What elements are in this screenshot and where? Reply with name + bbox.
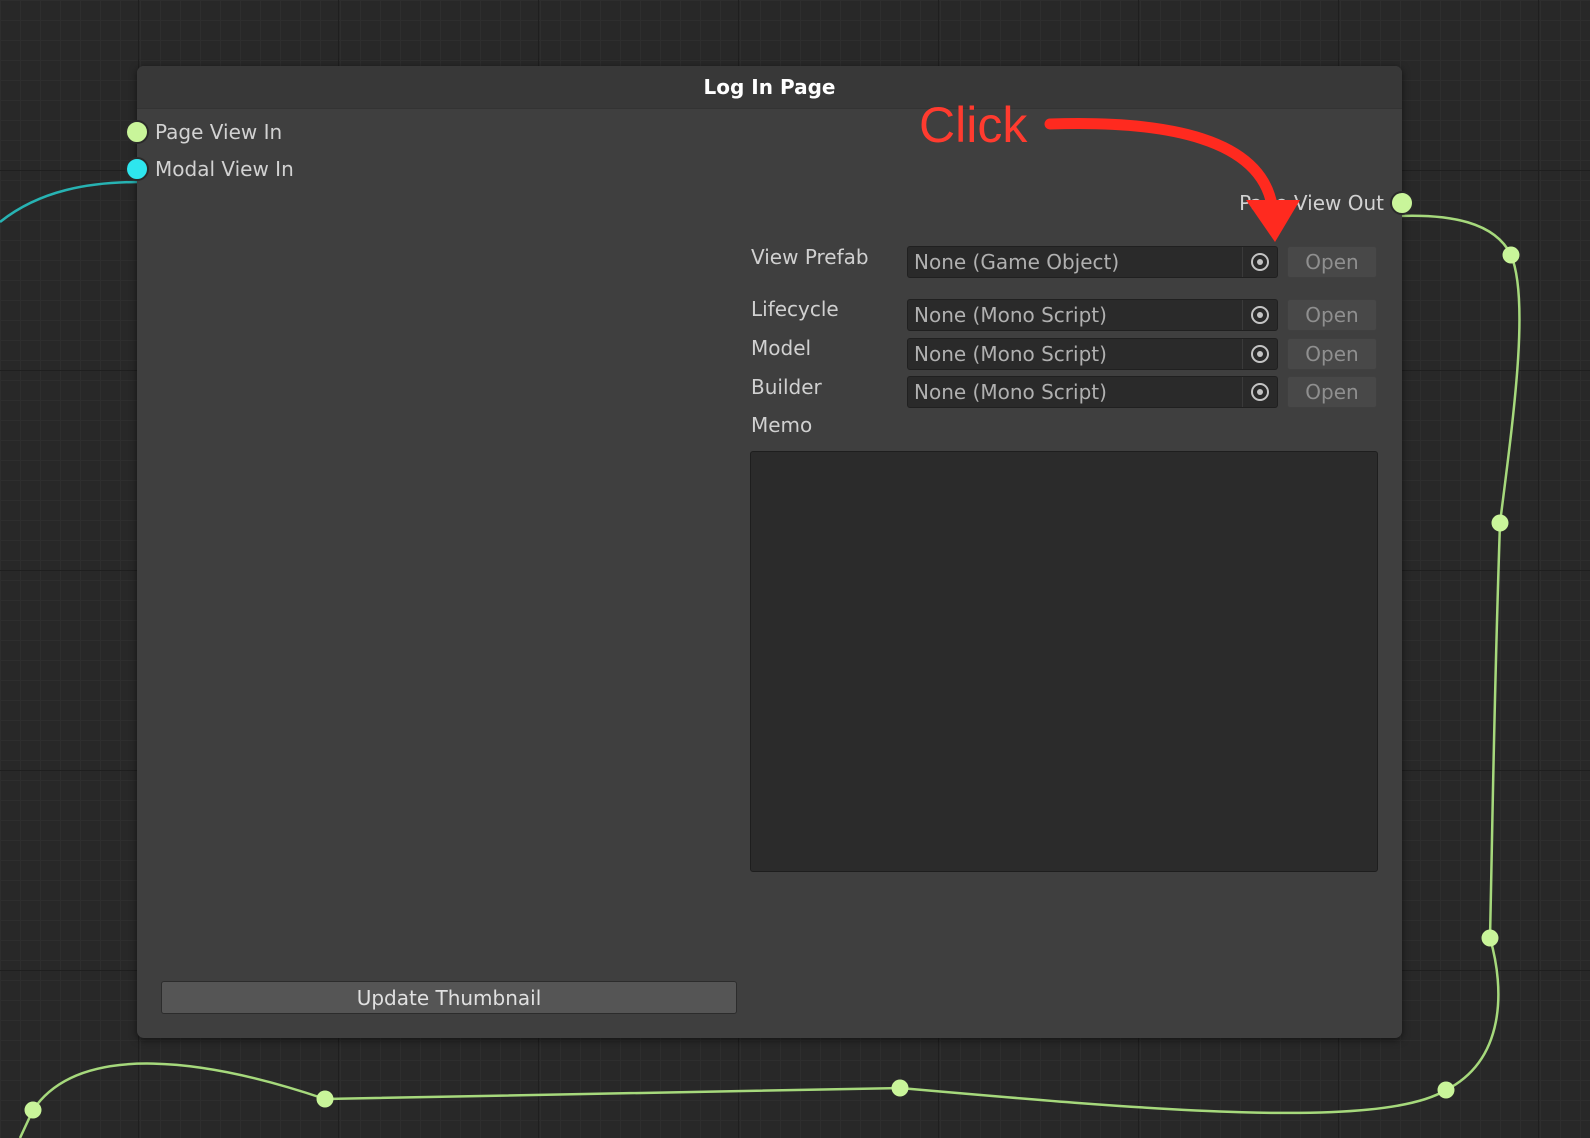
model-field[interactable]: None (Mono Script) [907,338,1278,370]
field-label-builder: Builder [751,375,822,399]
port-connector-icon[interactable] [125,120,149,144]
reroute-node[interactable] [891,1079,909,1097]
port-connector-icon[interactable] [125,157,149,181]
port-label: Page View Out [1239,191,1384,215]
port-page-view-in[interactable]: Page View In [125,120,282,144]
object-field-value: None (Mono Script) [914,380,1107,404]
port-connector-icon[interactable] [1390,191,1414,215]
modal-view-edge[interactable] [0,180,141,223]
model-open-button[interactable]: Open [1287,338,1377,370]
reroute-node[interactable] [1502,246,1520,264]
builder-field[interactable]: None (Mono Script) [907,376,1278,408]
port-modal-view-in[interactable]: Modal View In [125,157,294,181]
reroute-node[interactable] [1437,1081,1455,1099]
field-label-view-prefab: View Prefab [751,245,869,269]
memo-textarea[interactable] [750,451,1378,872]
field-label-memo: Memo [751,413,813,437]
reroute-node[interactable] [316,1090,334,1108]
object-picker-icon[interactable] [1242,300,1277,330]
view-prefab-field[interactable]: None (Game Object) [907,246,1278,278]
reroute-node[interactable] [1481,929,1499,947]
click-annotation-label: Click [919,97,1028,153]
object-picker-icon[interactable] [1242,377,1277,407]
lifecycle-open-button[interactable]: Open [1287,299,1377,331]
object-field-value: None (Mono Script) [914,342,1107,366]
object-picker-icon[interactable] [1242,247,1277,277]
field-label-model: Model [751,336,812,360]
node-title[interactable]: Log In Page [137,66,1402,109]
field-label-lifecycle: Lifecycle [751,297,839,321]
object-picker-icon[interactable] [1242,339,1277,369]
port-label: Page View In [155,120,283,144]
reroute-node[interactable] [1491,514,1509,532]
update-thumbnail-button[interactable]: Update Thumbnail [161,981,737,1014]
reroute-node[interactable] [24,1101,42,1119]
object-field-value: None (Mono Script) [914,303,1107,327]
object-field-value: None (Game Object) [914,250,1120,274]
log-in-page-node[interactable]: Log In Page Page View In Modal View In P… [125,66,1414,1038]
lifecycle-field[interactable]: None (Mono Script) [907,299,1278,331]
view-prefab-open-button[interactable]: Open [1287,246,1377,278]
port-label: Modal View In [155,157,294,181]
builder-open-button[interactable]: Open [1287,376,1377,408]
port-page-view-out[interactable]: Page View Out [1239,191,1414,215]
